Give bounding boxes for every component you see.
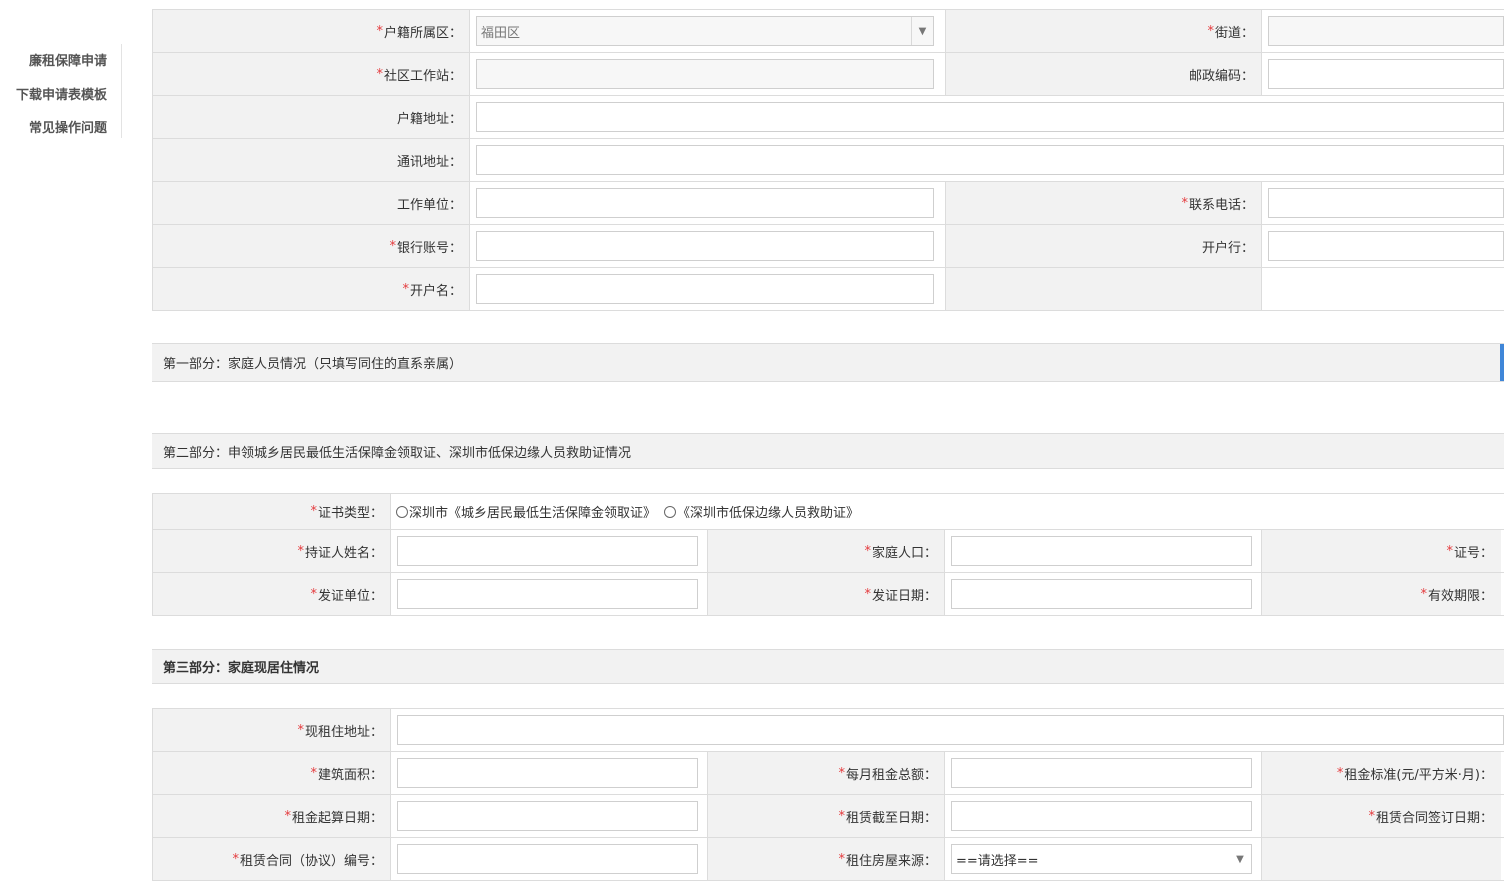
account-name-field[interactable] — [476, 274, 934, 304]
applicant-info-table: * 户籍所属区： 福田区 ▼ * 街道： * 社区工作站： 邮政编码： 户籍地址… — [152, 9, 1504, 311]
monthly-rent-field[interactable] — [951, 758, 1252, 788]
radio-icon — [396, 505, 408, 518]
certificate-table: * 证书类型： 深圳市《城乡居民最低生活保障金领取证》 《深圳市低保边缘人员救助证… — [152, 493, 1504, 616]
table-row: * 社区工作站： 邮政编码： — [152, 53, 1504, 96]
section-accent-bar — [1500, 344, 1504, 381]
section-header-part3: 第三部分：家庭现居住情况 — [152, 649, 1504, 684]
table-row: * 现租住地址： — [152, 709, 1504, 752]
chevron-down-icon: ▼ — [911, 17, 933, 45]
table-row: * 持证人姓名： * 家庭人口： * 证号： — [152, 530, 1504, 573]
huji-address-field[interactable] — [476, 102, 1504, 132]
cert-type-radio-dibao[interactable]: 深圳市《城乡居民最低生活保障金领取证》 — [396, 502, 656, 521]
issue-date-field[interactable] — [951, 579, 1252, 609]
table-row: 工作单位： * 联系电话： — [152, 182, 1504, 225]
table-row: 通讯地址： — [152, 139, 1504, 182]
table-row: * 证书类型： 深圳市《城乡居民最低生活保障金领取证》 《深圳市低保边缘人员救助证… — [152, 494, 1504, 530]
radio-icon — [664, 505, 677, 518]
section-header-part1: 第一部分：家庭人员情况（只填写同住的直系亲属） — [152, 343, 1504, 382]
street-select[interactable] — [1268, 16, 1504, 46]
table-row: 户籍地址： — [152, 96, 1504, 139]
section-header-part2: 第二部分：申领城乡居民最低生活保障金领取证、深圳市低保边缘人员救助证情况 — [152, 433, 1504, 469]
chevron-down-icon: ▼ — [1236, 853, 1244, 865]
sidebar-item-faq[interactable]: 常见操作问题 — [29, 117, 107, 136]
holder-name-field[interactable] — [397, 536, 698, 566]
main-form: * 户籍所属区： 福田区 ▼ * 街道： * 社区工作站： 邮政编码： 户籍地址… — [152, 0, 1504, 884]
bank-account-field[interactable] — [476, 231, 934, 261]
family-count-field[interactable] — [951, 536, 1252, 566]
sidebar-item-lianzu-apply[interactable]: 廉租保障申请 — [29, 50, 107, 69]
table-row: * 租赁合同（协议）编号： * 租住房屋来源： ==请选择== ▼ — [152, 838, 1504, 881]
field-label: * 户籍所属区： — [152, 10, 470, 52]
contract-no-field[interactable] — [397, 844, 698, 874]
current-address-field[interactable] — [397, 715, 1504, 745]
table-row: * 发证单位： * 发证日期： * 有效期限： — [152, 573, 1504, 616]
house-source-select[interactable]: ==请选择== ▼ — [951, 844, 1252, 874]
phone-field[interactable] — [1268, 188, 1504, 218]
table-row: * 户籍所属区： 福田区 ▼ * 街道： — [152, 10, 1504, 53]
postcode-field[interactable] — [1268, 59, 1504, 89]
field-label: * 街道： — [945, 10, 1262, 52]
community-station-field[interactable] — [476, 59, 934, 89]
sidebar-item-download-template[interactable]: 下载申请表模板 — [16, 84, 107, 103]
issuer-field[interactable] — [397, 579, 698, 609]
employer-field[interactable] — [476, 188, 934, 218]
table-row: * 租金起算日期： * 租赁截至日期： * 租赁合同签订日期： — [152, 795, 1504, 838]
table-row: * 银行账号： 开户行： — [152, 225, 1504, 268]
sidebar: 廉租保障申请 下载申请表模板 常见操作问题 — [0, 44, 122, 138]
table-row: * 建筑面积： * 每月租金总额： * 租金标准(元/平方米·月)： — [152, 752, 1504, 795]
mail-address-field[interactable] — [476, 145, 1504, 175]
floor-area-field[interactable] — [397, 758, 698, 788]
huji-district-select[interactable]: 福田区 ▼ — [476, 16, 934, 46]
cert-type-radio-bianyuan[interactable]: 《深圳市低保边缘人员救助证》 — [664, 502, 859, 521]
rent-start-date-field[interactable] — [397, 801, 698, 831]
lease-end-date-field[interactable] — [951, 801, 1252, 831]
residence-table: * 现租住地址： * 建筑面积： * 每月租金总额： * 租金标准(元/平方米·月)： … — [152, 708, 1504, 881]
bank-branch-field[interactable] — [1268, 231, 1504, 261]
table-row: * 开户名： — [152, 268, 1504, 311]
